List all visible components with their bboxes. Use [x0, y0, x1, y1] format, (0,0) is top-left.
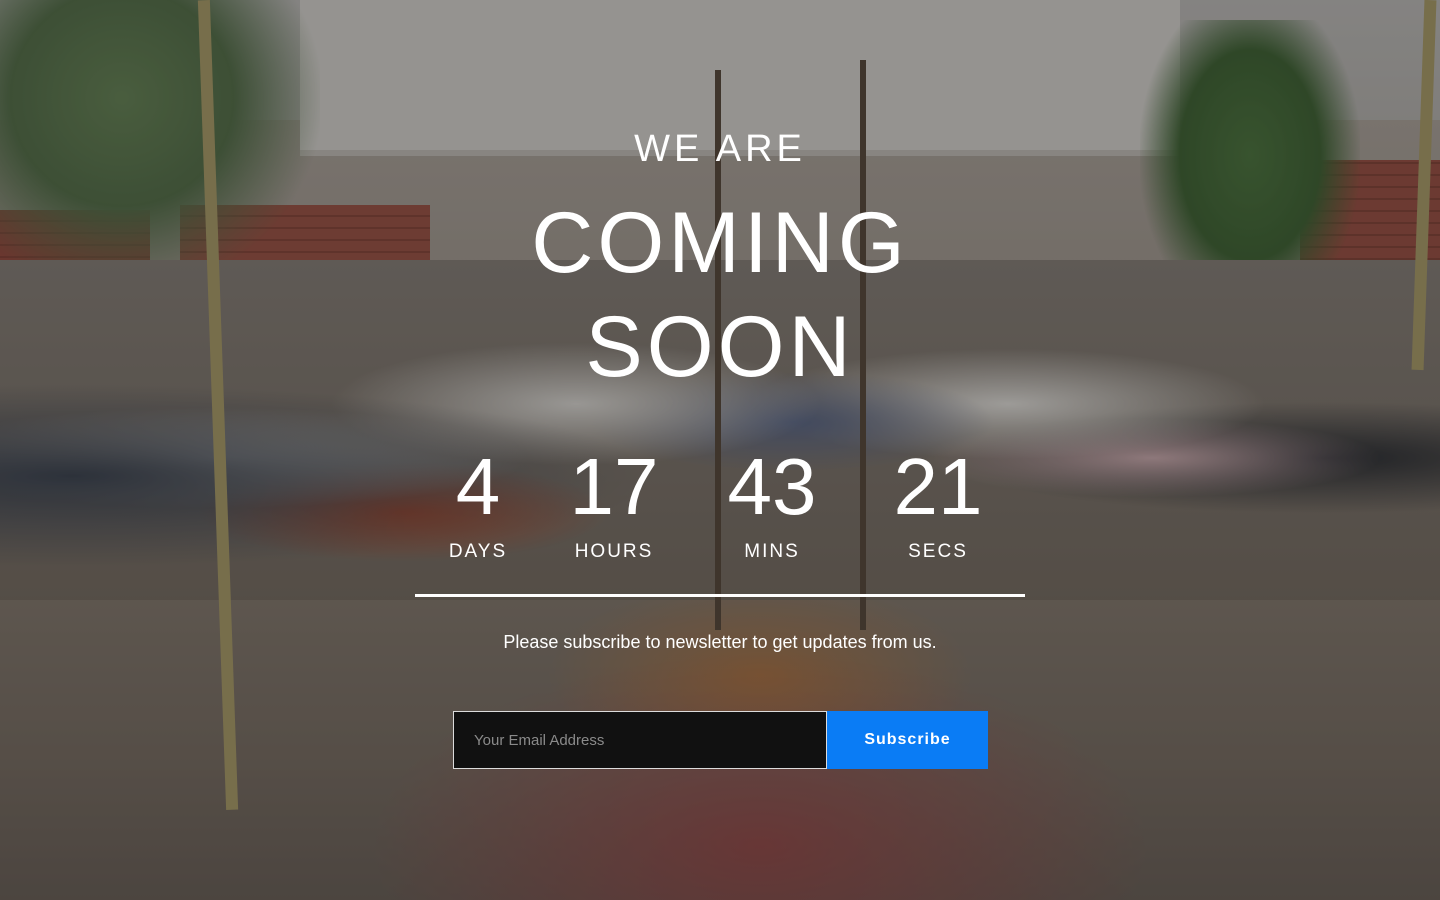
- newsletter-text: Please subscribe to newsletter to get up…: [503, 632, 937, 652]
- countdown-secs: 21 SECS: [848, 445, 1028, 563]
- countdown-timer: 4 DAYS 17 HOURS 43 MINS 21 SECS: [0, 445, 1440, 575]
- countdown-label: MINS: [744, 541, 800, 562]
- countdown-label: HOURS: [574, 541, 654, 562]
- countdown-hours: 17 HOURS: [524, 445, 704, 563]
- countdown-value: 21: [893, 442, 983, 531]
- main-content: WE ARE COMING SOON 4 DAYS 17 HOURS 43 MI…: [0, 0, 1440, 900]
- headline-line-1: COMING: [531, 195, 909, 291]
- countdown-value: 43: [727, 442, 817, 531]
- newsletter-form: Subscribe: [453, 711, 988, 769]
- divider-line: [415, 594, 1025, 597]
- email-input[interactable]: [453, 711, 827, 769]
- hero-kicker: WE ARE: [634, 128, 806, 170]
- coming-soon-page: WE ARE COMING SOON 4 DAYS 17 HOURS 43 MI…: [0, 0, 1440, 900]
- countdown-label: SECS: [908, 541, 968, 562]
- subscribe-button[interactable]: Subscribe: [827, 711, 988, 769]
- headline-line-2: SOON: [585, 299, 855, 395]
- countdown-mins: 43 MINS: [682, 445, 862, 563]
- countdown-value: 17: [569, 442, 659, 531]
